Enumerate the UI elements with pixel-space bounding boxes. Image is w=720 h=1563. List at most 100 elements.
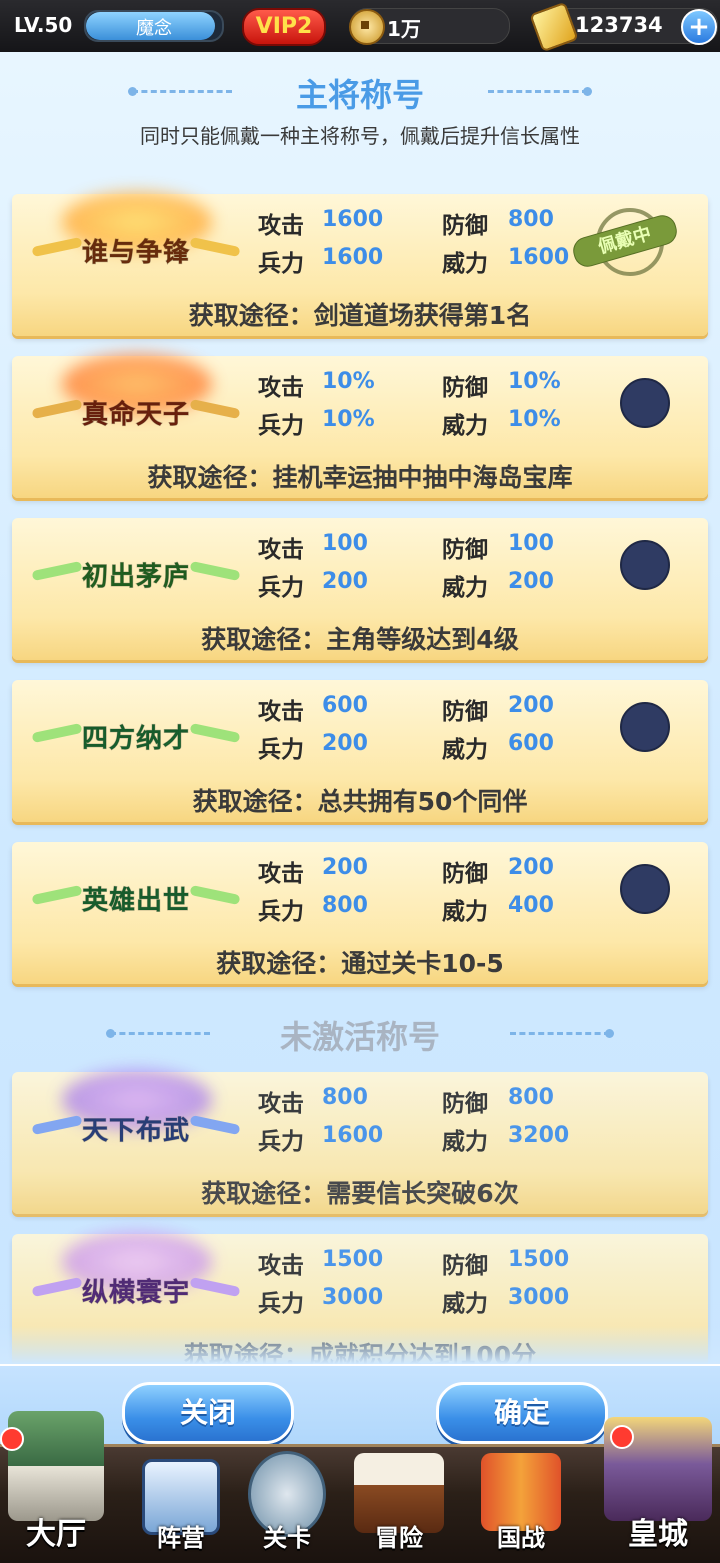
title-card[interactable]: 初出茅庐 攻击 100 防御 100 兵力 200 威力 200 获取途径：主角… <box>12 518 708 660</box>
defense-value: 100 <box>508 531 554 556</box>
nav-label-war: 国战 <box>497 1524 545 1552</box>
gold-ingot-icon <box>529 1 579 53</box>
troops-label: 兵力 <box>258 899 304 925</box>
exp-bar: 魔念 <box>84 10 224 42</box>
title-card[interactable]: 英雄出世 攻击 200 防御 200 兵力 800 威力 400 获取途径：通过… <box>12 842 708 984</box>
power-label: 威力 <box>442 737 488 763</box>
emblem-plate: 纵横寰宇 <box>22 1270 250 1309</box>
plus-icon[interactable]: + <box>681 9 717 45</box>
troops-label: 兵力 <box>258 251 304 277</box>
player-name: 魔念 <box>136 18 172 39</box>
gold-value: 123734 <box>575 13 663 37</box>
troops-label: 兵力 <box>258 1129 304 1155</box>
title-card[interactable]: 四方纳才 攻击 600 防御 200 兵力 200 威力 600 获取途径：总共… <box>12 680 708 822</box>
attack-value: 200 <box>322 855 368 880</box>
defense-value: 1500 <box>508 1247 570 1272</box>
title-name: 初出茅庐 <box>81 562 190 593</box>
acquire-source: 获取途径：挂机幸运抽中抽中海岛宝库 <box>147 463 573 492</box>
attack-value: 600 <box>322 693 368 718</box>
gold-counter: 123734 + <box>529 1 718 53</box>
nav-label-stage: 关卡 <box>263 1524 311 1552</box>
title-panel[interactable]: 主将称号 同时只能佩戴一种主将称号，佩戴后提升信长属性 谁与争锋 攻击 1600… <box>0 52 720 1376</box>
title-emblem: 谁与争锋 <box>22 192 250 269</box>
power-value: 1600 <box>508 245 570 270</box>
troops-label: 兵力 <box>258 413 304 439</box>
equip-radio[interactable] <box>620 864 670 914</box>
troops-value: 3000 <box>322 1285 384 1310</box>
title-card[interactable]: 谁与争锋 攻击 1600 防御 800 兵力 1600 威力 1600 获取途径… <box>12 192 708 336</box>
nav-item-hall[interactable]: 大厅 <box>0 1411 112 1563</box>
troops-label: 兵力 <box>258 737 304 763</box>
defense-value: 800 <box>508 1085 554 1110</box>
emblem-plate: 英雄出世 <box>22 878 250 917</box>
power-value: 600 <box>508 731 554 756</box>
title-name: 真命天子 <box>81 400 190 431</box>
nav-item-camp[interactable]: 阵营 <box>126 1447 236 1563</box>
nav-item-adventure[interactable]: 冒险 <box>344 1447 454 1563</box>
emblem-plate: 真命天子 <box>22 392 250 431</box>
nav-label-palace: 皇城 <box>628 1517 688 1552</box>
acquire-source: 获取途径：通过关卡10-5 <box>216 949 504 978</box>
notification-dot <box>0 1427 24 1451</box>
defense-label: 防御 <box>442 1253 488 1279</box>
power-label: 威力 <box>442 1129 488 1155</box>
attack-value: 10% <box>322 369 375 394</box>
emblem-plate: 天下布武 <box>22 1108 250 1147</box>
emblem-plate: 谁与争锋 <box>22 230 250 269</box>
equipped-stamp[interactable]: 佩戴中 <box>569 208 681 276</box>
title-emblem: 纵横寰宇 <box>22 1232 250 1309</box>
bottom-nav: 大厅 阵营 关卡 冒险 国战 皇城 <box>0 1411 720 1563</box>
defense-label: 防御 <box>442 699 488 725</box>
title-name: 四方纳才 <box>81 724 190 755</box>
power-value: 3000 <box>508 1285 570 1310</box>
scroll-fade <box>0 1326 720 1364</box>
player-level: LV.50 <box>14 13 73 37</box>
attack-label: 攻击 <box>258 537 304 563</box>
coin-icon <box>349 9 385 45</box>
nav-label-adventure: 冒险 <box>375 1524 423 1552</box>
emblem-plate: 初出茅庐 <box>22 554 250 593</box>
troops-value: 200 <box>322 569 368 594</box>
equip-radio[interactable] <box>620 540 670 590</box>
title-card[interactable]: 真命天子 攻击 10% 防御 10% 兵力 10% 威力 10% 获取途径：挂机… <box>12 354 708 498</box>
panel-title: 主将称号 <box>295 76 424 114</box>
defense-value: 200 <box>508 693 554 718</box>
attack-label: 攻击 <box>258 699 304 725</box>
nav-label-hall: 大厅 <box>26 1517 86 1552</box>
nav-item-war[interactable]: 国战 <box>466 1447 576 1563</box>
defense-label: 防御 <box>442 1091 488 1117</box>
power-label: 威力 <box>442 413 488 439</box>
title-emblem: 四方纳才 <box>22 694 250 755</box>
troops-value: 10% <box>322 407 375 432</box>
equip-radio[interactable] <box>620 378 670 428</box>
power-label: 威力 <box>442 575 488 601</box>
title-emblem: 英雄出世 <box>22 856 250 917</box>
attack-label: 攻击 <box>258 861 304 887</box>
vip-badge[interactable]: VIP2 <box>242 8 326 46</box>
title-emblem: 天下布武 <box>22 1070 250 1147</box>
nav-item-stage[interactable]: 关卡 <box>232 1447 342 1563</box>
nav-item-palace[interactable]: 皇城 <box>596 1417 720 1563</box>
vip-label: VIP <box>255 14 298 39</box>
power-label: 威力 <box>442 1291 488 1317</box>
vip-level: 2 <box>297 14 313 39</box>
coin-value: 1万 <box>387 17 421 41</box>
nav-label-camp: 阵营 <box>157 1524 205 1552</box>
title-card[interactable]: 天下布武 攻击 800 防御 800 兵力 1600 威力 3200 获取途径：… <box>12 1070 708 1214</box>
acquire-source: 获取途径：总共拥有50个同伴 <box>192 787 528 816</box>
acquire-source: 获取途径：主角等级达到4级 <box>201 625 519 654</box>
defense-label: 防御 <box>442 537 488 563</box>
power-value: 10% <box>508 407 561 432</box>
emblem-plate: 四方纳才 <box>22 716 250 755</box>
title-emblem: 真命天子 <box>22 354 250 431</box>
notification-dot <box>610 1425 634 1449</box>
attack-label: 攻击 <box>258 1253 304 1279</box>
defense-value: 10% <box>508 369 561 394</box>
power-label: 威力 <box>442 899 488 925</box>
close-button[interactable]: 关闭 <box>122 1382 294 1444</box>
confirm-button[interactable]: 确定 <box>436 1382 608 1444</box>
troops-value: 1600 <box>322 1123 384 1148</box>
defense-label: 防御 <box>442 375 488 401</box>
equip-radio[interactable] <box>620 702 670 752</box>
attack-label: 攻击 <box>258 213 304 239</box>
